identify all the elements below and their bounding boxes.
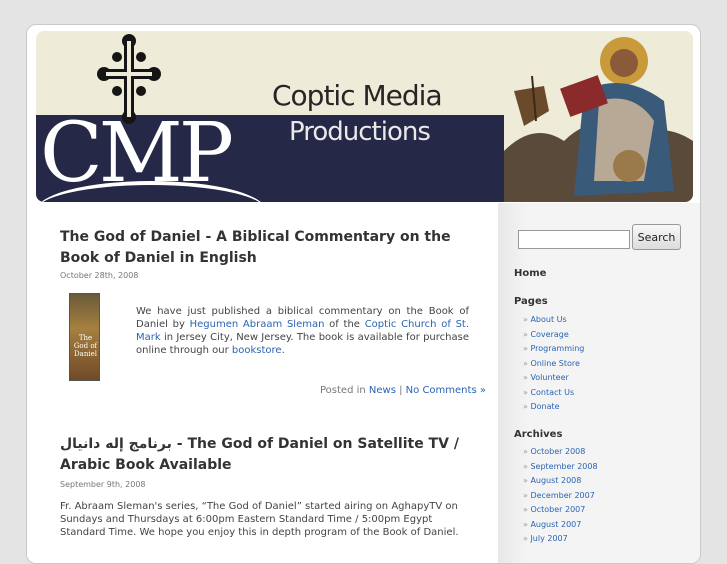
post-meta-1: Posted in News | No Comments » <box>320 385 486 396</box>
book-cover-thumbnail[interactable]: The God of Daniel <box>69 293 100 381</box>
saint-mark-icon-art <box>504 31 693 202</box>
sidebar-archives-heading: Archives <box>514 429 563 440</box>
sidebar-pages-list: About Us Coverage Programming Online Sto… <box>523 315 584 417</box>
post-date-2: September 9th, 2008 <box>60 480 146 489</box>
sidebar-archives-list: October 2008 September 2008 August 2008 … <box>523 447 598 549</box>
sidebar-archive-link[interactable]: October 2007 <box>523 505 598 520</box>
comments-link[interactable]: No Comments » <box>406 385 486 396</box>
post-title-2-arabic[interactable]: برنامج إله دانيال <box>60 436 172 452</box>
sidebar-home-link[interactable]: Home <box>514 268 546 279</box>
excerpt-text: in Jersey City, New Jersey. The book is … <box>136 332 469 356</box>
search-button[interactable]: Search <box>632 224 681 250</box>
page-container: CMP Coptic Media Productions The God of … <box>26 24 701 564</box>
site-header-banner[interactable]: CMP Coptic Media Productions <box>36 31 693 202</box>
sidebar-page-link[interactable]: About Us <box>523 315 584 330</box>
site-title-line1: Coptic Media <box>272 79 443 112</box>
sidebar-archive-link[interactable]: July 2007 <box>523 534 598 549</box>
site-title-line2: Productions <box>289 117 431 147</box>
category-link-news[interactable]: News <box>369 385 396 396</box>
sidebar-archive-link[interactable]: August 2008 <box>523 476 598 491</box>
excerpt-text: of the <box>324 319 365 330</box>
sidebar-archive-link[interactable]: October 2008 <box>523 447 598 462</box>
sidebar-page-link[interactable]: Contact Us <box>523 388 584 403</box>
sidebar-page-link[interactable]: Programming <box>523 344 584 359</box>
author-link[interactable]: Hegumen Abraam Sleman <box>190 319 325 330</box>
meta-separator: | <box>395 385 406 396</box>
post-title-2[interactable]: برنامج إله دانيال - The God of Daniel on… <box>60 434 475 476</box>
sidebar-page-link[interactable]: Donate <box>523 402 584 417</box>
sidebar-pages-heading: Pages <box>514 296 548 307</box>
bookstore-link[interactable]: bookstore <box>232 345 282 356</box>
book-cover-title: The God of Daniel <box>73 334 98 358</box>
excerpt-text: . <box>281 345 285 356</box>
sidebar-archive-link[interactable]: August 2007 <box>523 520 598 535</box>
posted-in-label: Posted in <box>320 385 369 396</box>
post-excerpt-1: We have just published a biblical commen… <box>136 305 469 357</box>
sidebar-archive-link[interactable]: September 2008 <box>523 462 597 477</box>
sidebar-page-link[interactable]: Volunteer <box>523 373 584 388</box>
post-date-1: October 28th, 2008 <box>60 271 139 280</box>
post-title-1-link[interactable]: The God of Daniel - A Biblical Commentar… <box>60 229 451 266</box>
post-title-1[interactable]: The God of Daniel - A Biblical Commentar… <box>60 227 475 269</box>
post-excerpt-2: Fr. Abraam Sleman's series, “The God of … <box>60 501 459 538</box>
sidebar-page-link[interactable]: Coverage <box>523 330 584 345</box>
search-input[interactable] <box>518 230 630 249</box>
sidebar-page-link[interactable]: Online Store <box>523 359 584 374</box>
sidebar-archive-link[interactable]: December 2007 <box>523 491 598 506</box>
